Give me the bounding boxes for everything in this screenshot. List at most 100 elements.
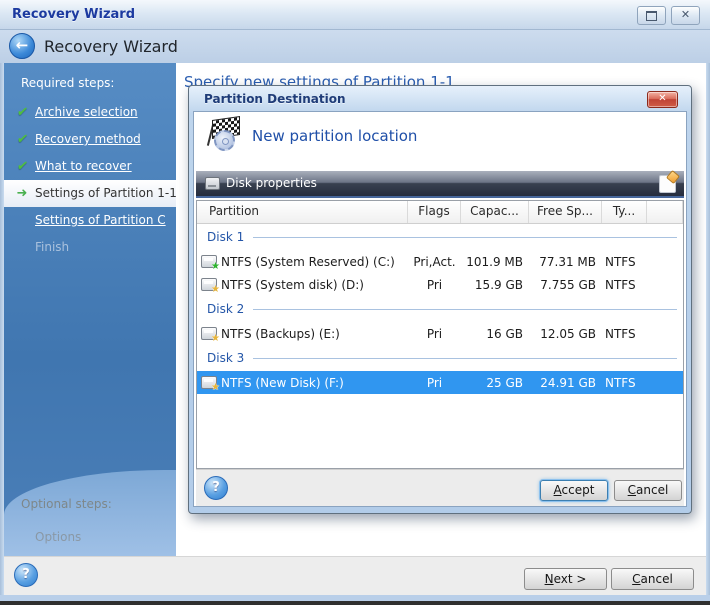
partition-capacity: 16 GB	[461, 327, 529, 341]
sidebar-step-what-to-recover[interactable]: ✔ What to recover	[4, 153, 176, 180]
edit-properties-icon[interactable]	[659, 175, 676, 193]
finish-flag-icon	[204, 118, 244, 154]
screen-edge	[0, 601, 710, 605]
column-header-type[interactable]: Ty...	[602, 201, 647, 223]
dialog-help-button[interactable]: ?	[204, 476, 228, 500]
check-icon: ✔	[15, 99, 30, 126]
partition-type: NTFS	[602, 376, 647, 390]
sidebar-step-archive-selection[interactable]: ✔Archive selection	[4, 99, 176, 126]
partition-type: NTFS	[602, 327, 647, 341]
step-label: Settings of Partition C	[35, 213, 166, 227]
column-header-filler	[647, 201, 683, 223]
dialog-help-icon: ?	[212, 480, 220, 495]
back-arrow-icon: ←	[16, 36, 29, 54]
check-icon: ✔	[15, 153, 30, 180]
close-button[interactable]: ✕	[671, 6, 700, 25]
partition-capacity: 15.9 GB	[461, 278, 529, 292]
partitions-table: Partition Flags Capac... Free Sp... Ty..…	[196, 200, 684, 469]
partition-row[interactable]: ★NTFS (System Reserved) (C:) Pri,Act.101.…	[197, 250, 683, 273]
partition-name: NTFS (New Disk) (F:)	[221, 376, 344, 390]
partition-disk-icon: ★	[201, 278, 217, 291]
partition-type: NTFS	[602, 255, 647, 269]
group-divider-line	[253, 309, 677, 310]
partition-row[interactable]: ★NTFS (System disk) (D:) Pri15.9 GB7.755 …	[197, 273, 683, 296]
column-header-partition[interactable]: Partition	[197, 201, 408, 223]
check-icon: ✔	[15, 126, 30, 153]
partition-flags: Pri	[408, 376, 461, 390]
star-icon: ★	[211, 285, 220, 292]
partition-flags: Pri	[408, 327, 461, 341]
dialog-cancel-button[interactable]: Cancel	[614, 480, 682, 501]
next-button[interactable]: Next >	[524, 568, 607, 590]
disk-group-label: Disk 2	[207, 302, 244, 316]
window-title: Recovery Wizard	[12, 7, 135, 22]
disk-group-header: Disk 3	[197, 345, 683, 371]
step-label: What to recover	[35, 159, 132, 173]
step-label: Settings of Partition 1-1	[35, 186, 177, 200]
partition-row[interactable]: ★NTFS (Backups) (E:) Pri16 GB12.05 GBNTFS	[197, 322, 683, 345]
star-icon: ★	[211, 334, 220, 341]
partition-name: NTFS (System disk) (D:)	[221, 278, 364, 292]
partition-disk-icon: ★	[201, 255, 217, 268]
cancel-button[interactable]: Cancel	[611, 568, 694, 590]
partition-flags: Pri	[408, 278, 461, 292]
dialog-close-button[interactable]: ✕	[647, 91, 678, 108]
partition-name: NTFS (Backups) (E:)	[221, 327, 340, 341]
sidebar-item-options: Options	[35, 530, 81, 544]
window-frame-right	[706, 63, 710, 595]
partition-capacity: 101.9 MB	[461, 255, 529, 269]
partition-name: NTFS (System Reserved) (C:)	[221, 255, 395, 269]
step-label: Recovery method	[35, 132, 141, 146]
disk-group-header: Disk 1	[197, 224, 683, 250]
help-button[interactable]: ?	[14, 563, 38, 587]
group-divider-line	[253, 358, 677, 359]
dialog-footer: ? Accept Cancel	[196, 469, 684, 506]
bottom-button-bar: ? Next > Cancel	[4, 556, 706, 595]
optional-steps-section: Optional steps: Options	[4, 470, 176, 556]
sidebar-step-settings-of-partition-c[interactable]: Settings of Partition C	[4, 207, 176, 234]
partition-free-space: 24.91 GB	[529, 376, 602, 390]
current-step-arrow-icon: ➜	[17, 186, 28, 201]
close-icon: ✕	[681, 8, 690, 21]
restore-button[interactable]	[637, 6, 666, 25]
help-icon: ?	[22, 567, 30, 582]
step-label: Finish	[35, 240, 69, 254]
partition-capacity: 25 GB	[461, 376, 529, 390]
page-title: Recovery Wizard	[44, 37, 178, 56]
partition-row[interactable]: ★ NTFS (New Disk) (F:) Pri25 GB24.91 GBNTF…	[197, 371, 683, 394]
column-header-capacity[interactable]: Capac...	[461, 201, 529, 223]
disk-icon	[205, 177, 220, 190]
partition-type: NTFS	[602, 278, 647, 292]
disk-group-label: Disk 1	[207, 230, 244, 244]
partition-free-space: 7.755 GB	[529, 278, 602, 292]
toolbar-label: Disk properties	[226, 171, 317, 196]
sidebar-step-finish: Finish	[4, 234, 176, 261]
back-button[interactable]: ←	[9, 33, 35, 59]
recovery-wizard-window: Recovery Wizard ✕ ← Recovery Wizard Requ…	[0, 0, 710, 605]
partition-free-space: 77.31 MB	[529, 255, 602, 269]
partition-destination-dialog: Partition Destination ✕ New partition lo…	[188, 85, 692, 514]
partition-flags: Pri,Act.	[408, 255, 461, 269]
partition-free-space: 12.05 GB	[529, 327, 602, 341]
window-titlebar: Recovery Wizard ✕	[0, 0, 710, 30]
optional-steps-heading: Optional steps:	[21, 497, 112, 511]
star-icon: ★	[211, 262, 220, 269]
disk-properties-toolbar: Disk properties	[196, 171, 684, 198]
column-header-flags[interactable]: Flags	[408, 201, 461, 223]
column-header-free-space[interactable]: Free Sp...	[529, 201, 602, 223]
partition-disk-icon: ★	[201, 327, 217, 340]
dialog-content: New partition location Disk properties P…	[193, 111, 687, 507]
table-header-row: Partition Flags Capac... Free Sp... Ty..…	[197, 201, 683, 224]
partition-disk-icon: ★	[201, 376, 217, 389]
dialog-heading: New partition location	[252, 127, 417, 145]
sidebar-step-settings-of-partition-1-1[interactable]: ➜ Settings of Partition 1-1	[4, 180, 176, 207]
restore-icon	[646, 11, 657, 21]
disk-group-label: Disk 3	[207, 351, 244, 365]
wizard-header: ← Recovery Wizard	[0, 30, 710, 63]
dialog-title: Partition Destination	[204, 92, 346, 106]
window-frame-left	[0, 63, 4, 595]
sidebar-step-recovery-method[interactable]: ✔ Recovery method	[4, 126, 176, 153]
disk-group-header: Disk 2	[197, 296, 683, 322]
accept-button[interactable]: Accept	[540, 480, 608, 501]
required-steps-heading: Required steps:	[4, 63, 176, 99]
